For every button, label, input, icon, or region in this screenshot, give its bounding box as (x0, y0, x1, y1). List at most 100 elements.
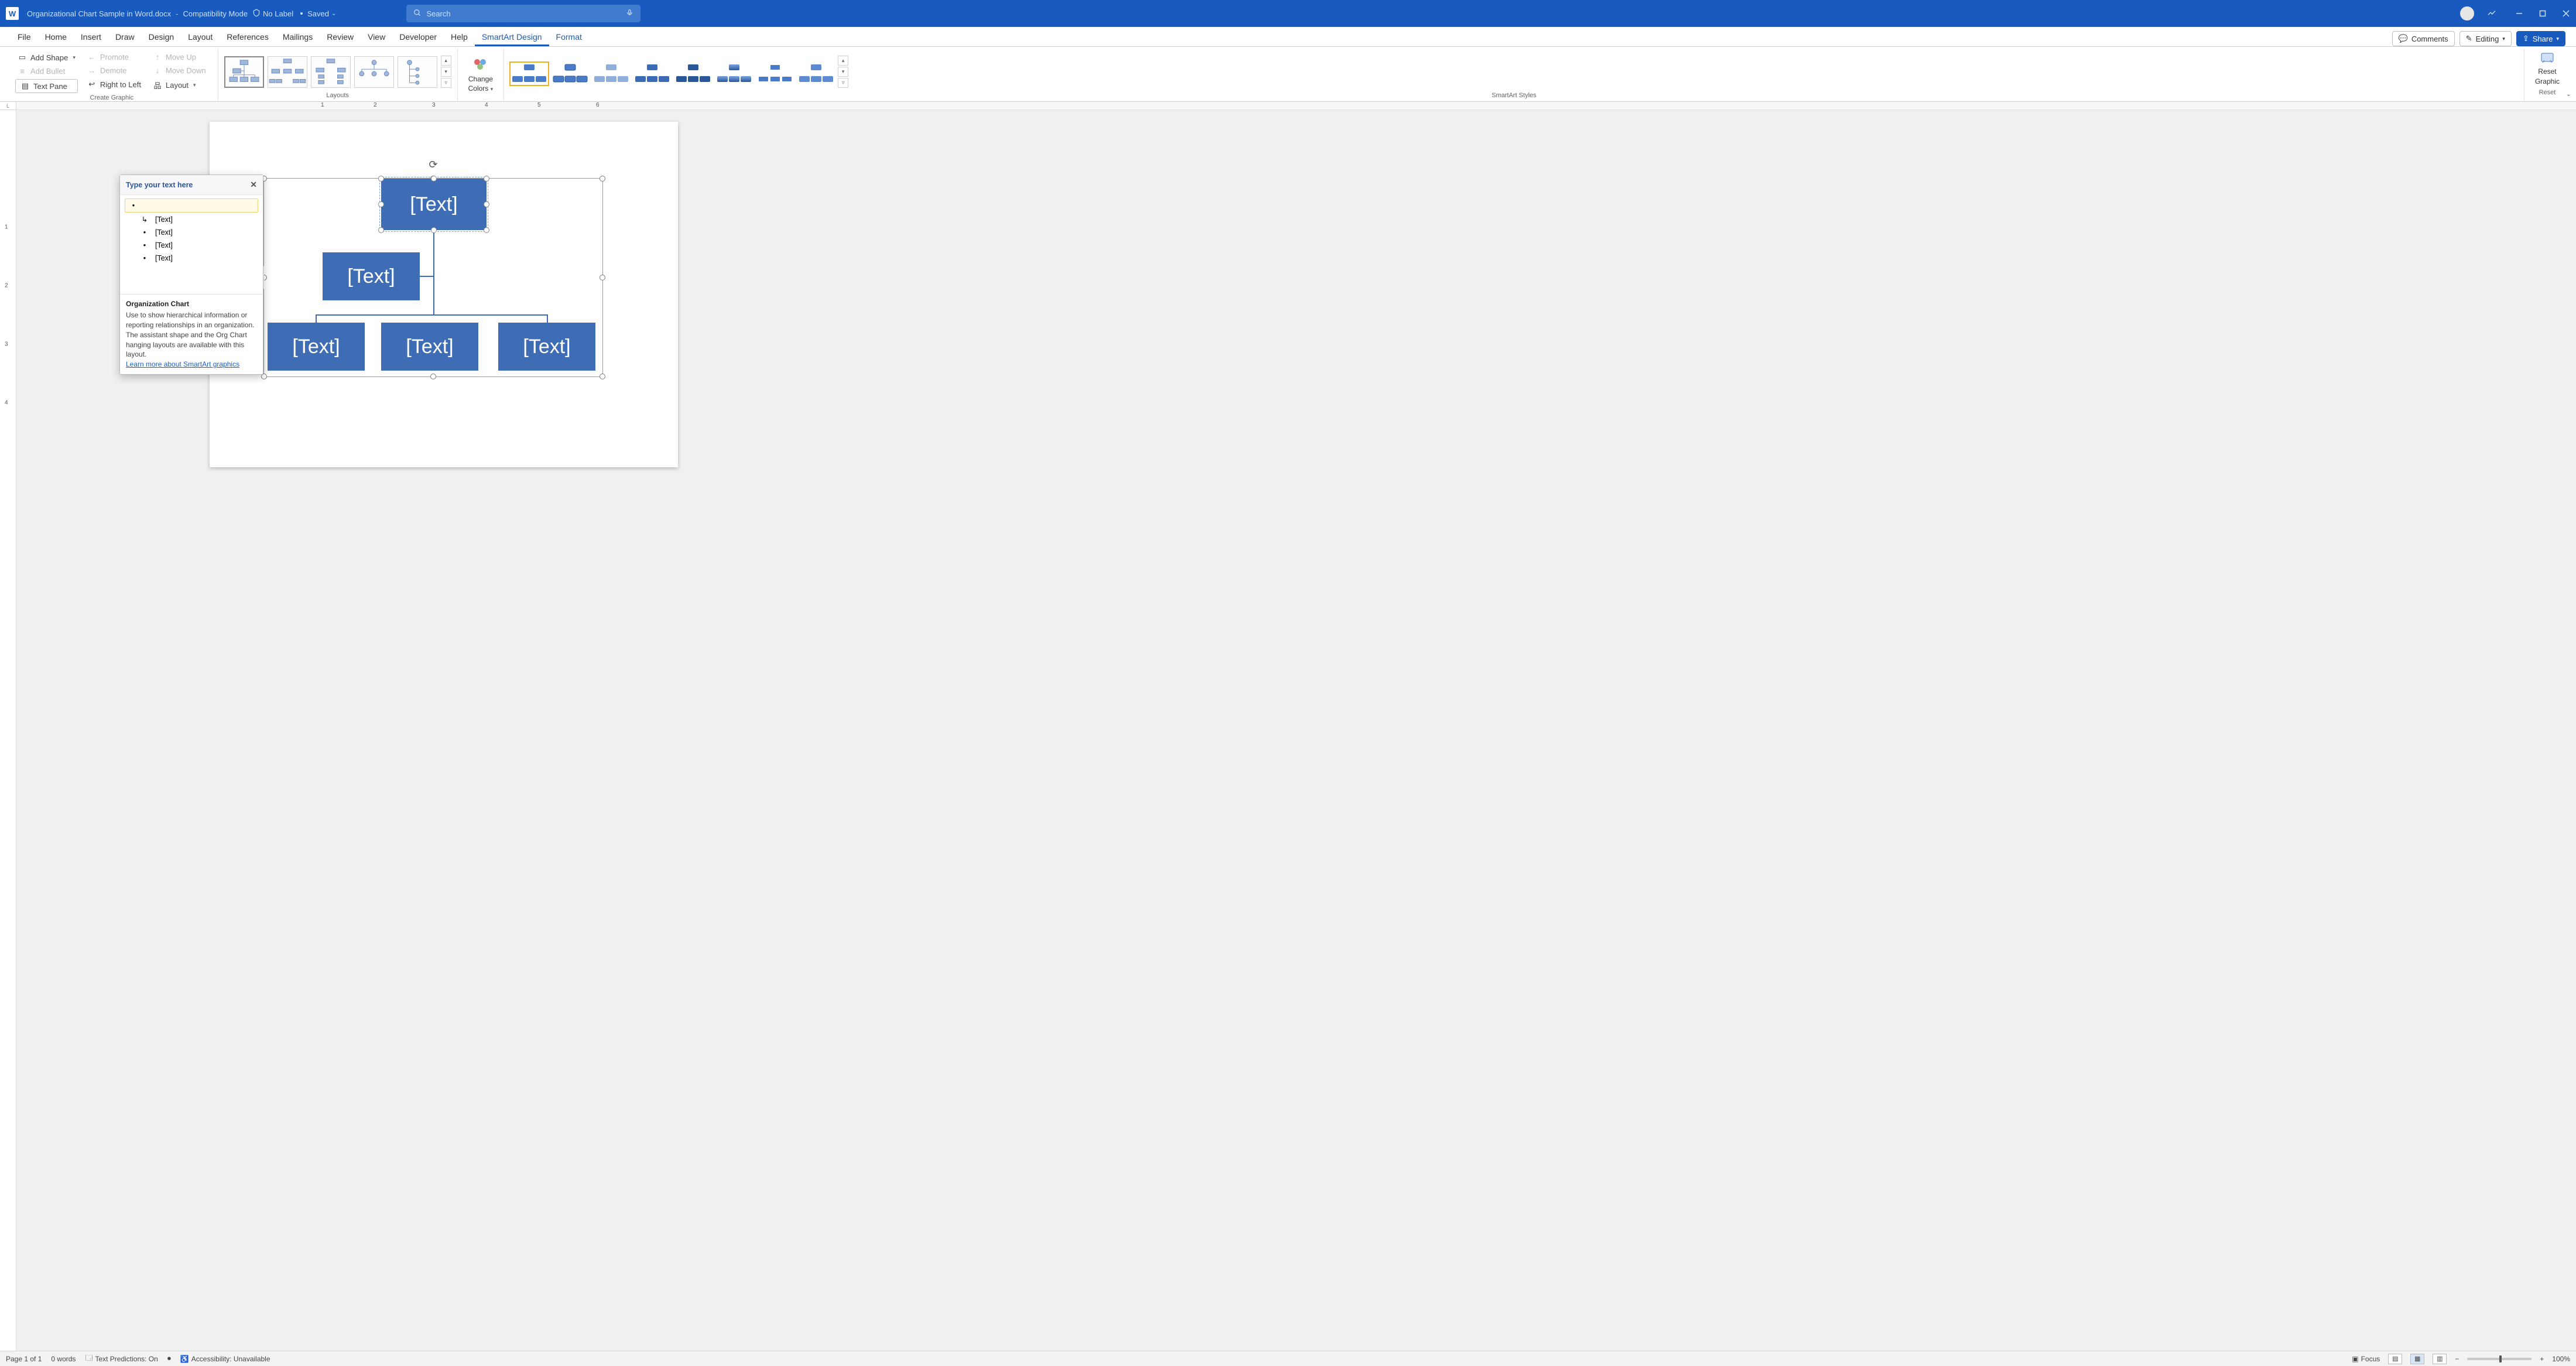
share-button[interactable]: ⇪Share▾ (2516, 31, 2565, 46)
text-pane-item[interactable]: •[Text] (125, 252, 258, 265)
coming-soon-icon[interactable] (2487, 8, 2496, 19)
gallery-up-button[interactable]: ▴ (838, 56, 848, 66)
macro-record-button[interactable]: ⏺ (167, 1354, 171, 1363)
layout-option-3[interactable] (311, 56, 351, 88)
text-pane-item[interactable]: ↳[Text] (125, 213, 258, 226)
layout-option-1[interactable] (224, 56, 264, 88)
tab-view[interactable]: View (361, 29, 392, 46)
sensitivity-label[interactable]: No Label (252, 9, 293, 19)
zoom-slider[interactable] (2467, 1358, 2532, 1360)
resize-handle-tr[interactable] (600, 176, 605, 182)
close-icon[interactable]: ✕ (250, 180, 257, 190)
tab-review[interactable]: Review (320, 29, 361, 46)
save-status[interactable]: Saved ⌄ (298, 9, 336, 18)
rotate-handle[interactable]: ⟳ (429, 159, 437, 171)
word-count[interactable]: 0 words (51, 1355, 76, 1363)
smartart-graphic[interactable]: ⟳ ▸ [Text] (263, 178, 603, 377)
tab-file[interactable]: File (11, 29, 38, 46)
tab-layout[interactable]: Layout (181, 29, 220, 46)
shape-handle[interactable] (484, 176, 489, 182)
user-avatar[interactable] (2460, 6, 2474, 20)
rtl-button[interactable]: ↩Right to Left (85, 78, 143, 90)
read-mode-button[interactable]: ▤ (2388, 1354, 2402, 1364)
tab-home[interactable]: Home (38, 29, 74, 46)
page-indicator[interactable]: Page 1 of 1 (6, 1355, 42, 1363)
text-pane-item[interactable]: • (125, 198, 258, 213)
shape-handle[interactable] (378, 227, 384, 233)
text-predictions-status[interactable]: 🗔Text Predictions: On (85, 1353, 157, 1365)
style-option-2[interactable] (551, 62, 590, 85)
zoom-in-button[interactable]: + (2540, 1355, 2544, 1363)
tab-draw[interactable]: Draw (108, 29, 142, 46)
add-shape-button[interactable]: ▭Add Shape▾ (15, 52, 78, 63)
page[interactable]: ⟳ ▸ [Text] (210, 122, 678, 467)
gallery-down-button[interactable]: ▾ (838, 67, 848, 77)
layout-option-4[interactable] (354, 56, 394, 88)
focus-mode-button[interactable]: ▣Focus (2352, 1355, 2380, 1363)
text-pane-button[interactable]: ▤Text Pane (15, 79, 78, 93)
document-title-area[interactable]: Organizational Chart Sample in Word.docx… (27, 9, 336, 19)
style-option-3[interactable] (592, 62, 631, 85)
horizontal-ruler[interactable]: 1 2 3 4 5 6 (16, 102, 2576, 110)
change-colors-button[interactable]: Change Colors ▾ (464, 55, 498, 95)
maximize-button[interactable] (2539, 10, 2547, 17)
style-option-7[interactable] (756, 62, 794, 85)
style-option-1[interactable] (510, 62, 549, 85)
gallery-up-button[interactable]: ▴ (441, 56, 451, 66)
org-node-child-3[interactable]: [Text] (498, 323, 595, 371)
style-option-4[interactable] (633, 62, 672, 85)
resize-handle-r[interactable] (600, 275, 605, 280)
text-pane-item[interactable]: •[Text] (125, 226, 258, 239)
comments-button[interactable]: 💬Comments (2392, 31, 2455, 46)
tab-developer[interactable]: Developer (392, 29, 444, 46)
resize-handle-b[interactable] (430, 374, 436, 379)
text-pane-body[interactable]: • ↳[Text] •[Text] •[Text] •[Text] (120, 195, 263, 294)
shape-handle[interactable] (431, 176, 437, 182)
resize-handle-br[interactable] (600, 374, 605, 379)
learn-more-link[interactable]: Learn more about SmartArt graphics (126, 360, 239, 368)
style-option-6[interactable] (715, 62, 753, 85)
print-layout-button[interactable]: ▦ (2410, 1354, 2424, 1364)
web-layout-button[interactable]: ▥ (2433, 1354, 2447, 1364)
smartart-text-pane[interactable]: Type your text here ✕ • ↳[Text] •[Text] … (119, 174, 263, 375)
gallery-more-button[interactable]: ▿ (441, 78, 451, 88)
gallery-more-button[interactable]: ▿ (838, 78, 848, 88)
tab-format[interactable]: Format (549, 29, 589, 46)
shape-handle[interactable] (484, 227, 489, 233)
tab-design[interactable]: Design (142, 29, 181, 46)
org-node-assistant[interactable]: [Text] (323, 252, 420, 300)
style-option-8[interactable] (797, 62, 835, 85)
layout-button[interactable]: 品Layout▾ (150, 78, 208, 92)
tab-mailings[interactable]: Mailings (276, 29, 320, 46)
style-option-5[interactable] (674, 62, 712, 85)
org-node-child-2[interactable]: [Text] (381, 323, 478, 371)
tab-references[interactable]: References (220, 29, 276, 46)
reset-graphic-button[interactable]: Reset Graphic (2530, 49, 2564, 88)
tab-insert[interactable]: Insert (74, 29, 108, 46)
text-pane-item[interactable]: •[Text] (125, 239, 258, 252)
accessibility-status[interactable]: ♿Accessibility: Unavailable (180, 1355, 270, 1363)
org-node-child-1[interactable]: [Text] (268, 323, 365, 371)
zoom-out-button[interactable]: − (2455, 1355, 2459, 1363)
search-input[interactable] (426, 9, 621, 18)
collapse-ribbon-button[interactable]: ⌄ (2566, 90, 2571, 98)
close-button[interactable] (2562, 10, 2570, 17)
shape-handle[interactable] (378, 201, 384, 207)
tab-help[interactable]: Help (444, 29, 475, 46)
document-canvas[interactable]: ⟳ ▸ [Text] (16, 110, 2576, 1351)
layout-option-2[interactable] (268, 56, 307, 88)
editing-mode-button[interactable]: ✎Editing▾ (2459, 31, 2512, 46)
search-box[interactable] (406, 5, 640, 22)
minimize-button[interactable] (2515, 10, 2523, 17)
gallery-down-button[interactable]: ▾ (441, 67, 451, 77)
zoom-thumb[interactable] (2499, 1355, 2502, 1362)
layout-option-5[interactable] (398, 56, 437, 88)
zoom-level[interactable]: 100% (2552, 1355, 2570, 1363)
microphone-icon[interactable] (626, 9, 633, 18)
vertical-ruler[interactable]: 1 2 3 4 (0, 110, 16, 1351)
shape-handle[interactable] (431, 227, 437, 233)
tab-smartart-design[interactable]: SmartArt Design (475, 29, 549, 46)
shape-handle[interactable] (378, 176, 384, 182)
org-node-top[interactable]: [Text] (381, 179, 487, 230)
shape-handle[interactable] (484, 201, 489, 207)
